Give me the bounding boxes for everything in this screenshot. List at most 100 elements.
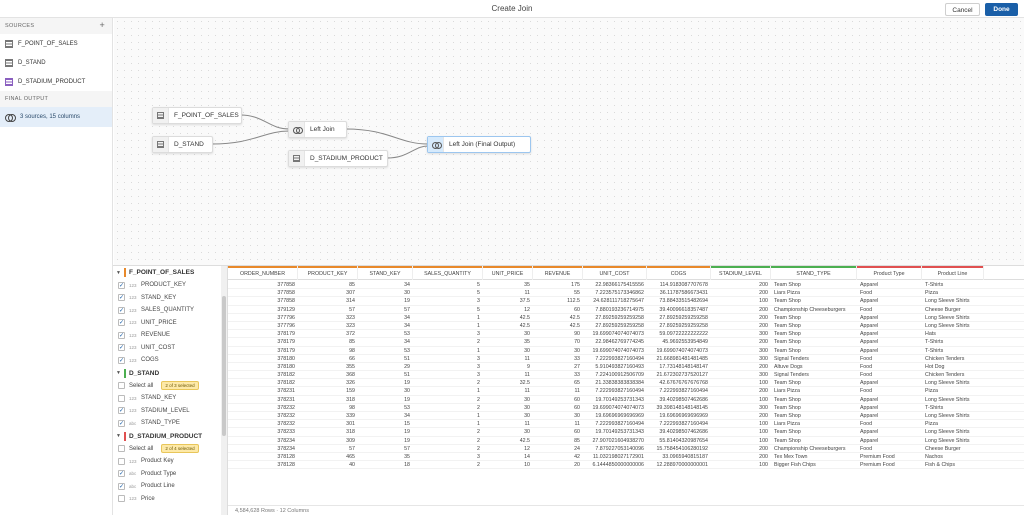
checkbox[interactable] [118, 445, 125, 453]
table-cell: 200 [759, 453, 768, 460]
column-header[interactable]: STAND_TYPE [771, 266, 857, 280]
field-row[interactable]: ✓ 123 UNIT_COST [113, 342, 227, 355]
checkbox[interactable] [118, 457, 125, 465]
table-cell: 314 [346, 298, 355, 305]
done-button[interactable]: Done [985, 3, 1018, 16]
checkbox[interactable] [118, 382, 125, 390]
checkbox[interactable]: ✓ [118, 331, 125, 339]
table-row[interactable]: 378180 355 29 3 9 27 5.910493827160493 17.73148… [228, 363, 1024, 372]
field-row[interactable]: ✓ 123 COGS [113, 354, 227, 367]
checkbox[interactable]: ✓ [118, 319, 125, 327]
checkbox[interactable]: ✓ [118, 482, 125, 490]
column-header[interactable]: Product Type [857, 266, 922, 280]
checkbox[interactable]: ✓ [118, 470, 125, 478]
field-row[interactable]: ✓ 123 SALES_QUANTITY [113, 304, 227, 317]
table-row[interactable]: 378234 57 57 2 12 24 7.879227053140096 15.75845… [228, 445, 1024, 453]
table-row[interactable]: 377796 323 34 1 42.5 42.5 27.89259259259258 27.… [228, 322, 1024, 331]
table-row[interactable]: 378179 98 53 1 30 30 19.699074074074073 19.6990… [228, 347, 1024, 355]
final-output-header: FINAL OUTPUT [0, 91, 112, 107]
node-left-join[interactable]: Left Join [288, 121, 347, 138]
table-row[interactable]: 378128 40 18 2 10 20 6.1444850000000006 12.2889… [228, 461, 1024, 470]
field-row[interactable]: ✓ abc STAND_TYPE [113, 417, 227, 430]
table-row[interactable]: 378232 98 53 2 30 60 19.699074074074073 39.3981… [228, 404, 1024, 412]
select-all-row[interactable]: Select all 2 of 4 selected [113, 443, 227, 456]
field-group-header[interactable]: ▼ D_STAND [113, 367, 227, 380]
field-row[interactable]: ✓ abc Product Line [113, 480, 227, 493]
column-header[interactable]: PRODUCT_KEY [298, 266, 358, 280]
column-header-label: SALES_QUANTITY [424, 271, 471, 277]
column-header[interactable]: REVENUE [533, 266, 583, 280]
table-row[interactable]: 378232 301 15 1 11 11 7.222993827160494 7.22299… [228, 420, 1024, 429]
field-group-header[interactable]: ▼ D_STADIUM_PRODUCT [113, 430, 227, 443]
table-row[interactable]: 377858 307 30 5 11 55 7.223575173346862 36.1178… [228, 289, 1024, 298]
table-row[interactable]: 378179 85 34 2 35 70 22.98462769774245 45.96925… [228, 338, 1024, 347]
table-cell: 2 [477, 437, 480, 444]
chevron-down-icon: ▼ [116, 433, 121, 439]
source-item-f-point-of-sales[interactable]: F_POINT_OF_SALES [0, 34, 112, 53]
table-row[interactable]: 378232 339 34 1 30 30 19.69696969696969 19.6969… [228, 412, 1024, 421]
column-header-label: REVENUE [544, 271, 571, 277]
checkbox[interactable] [118, 394, 125, 402]
table-cell: 200 [759, 413, 768, 419]
field-row[interactable]: ✓ 123 REVENUE [113, 329, 227, 342]
source-item-d-stadium-product[interactable]: D_STADIUM_PRODUCT [0, 72, 112, 91]
checkbox[interactable] [118, 495, 125, 503]
fields-scrollbar[interactable] [221, 266, 227, 515]
table-cell: Apparel [860, 282, 879, 288]
checkbox[interactable]: ✓ [118, 344, 125, 352]
column-header[interactable]: STADIUM_LEVEL [711, 266, 771, 280]
column-header[interactable]: ORDER_NUMBER [228, 266, 298, 280]
table-row[interactable]: 378233 318 19 2 30 60 19.70149253731343 39.4029… [228, 428, 1024, 437]
table-row[interactable]: 378180 66 51 3 11 33 7.222993827160494 21.66898… [228, 355, 1024, 363]
node-d-stand[interactable]: D_STAND [152, 136, 213, 153]
checkbox[interactable]: ✓ [118, 356, 125, 364]
field-row[interactable]: 123 Product Key [113, 455, 227, 468]
column-header[interactable]: COGS [647, 266, 711, 280]
checkbox[interactable]: ✓ [118, 281, 125, 289]
join-canvas[interactable]: F_POINT_OF_SALES D_STAND Left Join D_STA… [114, 18, 1024, 265]
column-color-stripe [533, 266, 582, 268]
field-row[interactable]: 123 STAND_KEY [113, 392, 227, 405]
final-output-item[interactable]: 3 sources, 15 columns [0, 107, 112, 127]
field-row[interactable]: ✓ 123 STAND_KEY [113, 292, 227, 305]
checkbox[interactable]: ✓ [118, 407, 125, 415]
node-final-output[interactable]: Left Join (Final Output) [427, 136, 531, 153]
field-row[interactable]: ✓ 123 PRODUCT_KEY [113, 279, 227, 292]
table-row[interactable]: 378179 372 53 3 30 90 19.699074074074073 59.097… [228, 330, 1024, 339]
field-row[interactable]: ✓ 123 STADIUM_LEVEL [113, 405, 227, 418]
table-row[interactable]: 378182 326 19 2 32.5 65 21.33838383838384 42.67… [228, 379, 1024, 388]
field-group-header[interactable]: ▼ F_POINT_OF_SALES [113, 266, 227, 279]
table-cell: Pizza [925, 388, 938, 395]
column-header[interactable]: UNIT_PRICE [483, 266, 533, 280]
table-row[interactable]: 377796 323 34 1 42.5 42.5 27.89259259259258 27.… [228, 314, 1024, 322]
table-row[interactable]: 378231 318 19 2 30 60 19.70149253731343 39.4029… [228, 396, 1024, 404]
table-cell: 7.222993827160494 [595, 421, 644, 428]
table-row[interactable]: 379129 57 57 5 12 60 7.880193236714975 39.40096… [228, 306, 1024, 314]
table-cell: 24 [574, 445, 580, 452]
field-row[interactable]: ✓ abc Product Type [113, 468, 227, 481]
table-row[interactable]: 377858 314 19 3 37.5 112.5 24.628111718275647 7… [228, 297, 1024, 306]
checkbox[interactable]: ✓ [118, 294, 125, 302]
column-header[interactable]: UNIT_COST [583, 266, 647, 280]
table-row[interactable]: 378231 159 30 1 11 11 7.222993827160494 7.22299… [228, 387, 1024, 396]
checkbox[interactable]: ✓ [118, 306, 125, 314]
checkbox[interactable]: ✓ [118, 419, 125, 427]
table-row[interactable]: 378234 309 19 2 42.5 85 27.907021604938270 55.8… [228, 437, 1024, 445]
table-cell: 34 [404, 282, 410, 288]
join-icon [5, 113, 16, 122]
source-item-d-stand[interactable]: D_STAND [0, 53, 112, 72]
column-header[interactable]: SALES_QUANTITY [413, 266, 483, 280]
column-header[interactable]: Product Line [922, 266, 984, 280]
field-row[interactable]: 123 Price [113, 493, 227, 506]
column-header[interactable]: STAND_KEY [358, 266, 413, 280]
table-cell: 3 [477, 331, 480, 338]
table-row[interactable]: 378128 465 35 3 14 42 11.032198027172901 33.096… [228, 453, 1024, 462]
select-all-row[interactable]: Select all 2 of 3 selected [113, 380, 227, 393]
table-row[interactable]: 377858 85 34 5 35 175 22.98366175415556 114.918… [228, 281, 1024, 290]
field-row[interactable]: ✓ 123 UNIT_PRICE [113, 317, 227, 330]
table-row[interactable]: 378182 368 51 3 11 33 7.224100912506709 21.6723… [228, 371, 1024, 380]
cancel-button[interactable]: Cancel [945, 3, 980, 16]
node-f-point-of-sales[interactable]: F_POINT_OF_SALES [152, 107, 242, 124]
node-d-stadium-product[interactable]: D_STADIUM_PRODUCT [288, 150, 388, 167]
plus-icon[interactable]: + [99, 20, 105, 30]
